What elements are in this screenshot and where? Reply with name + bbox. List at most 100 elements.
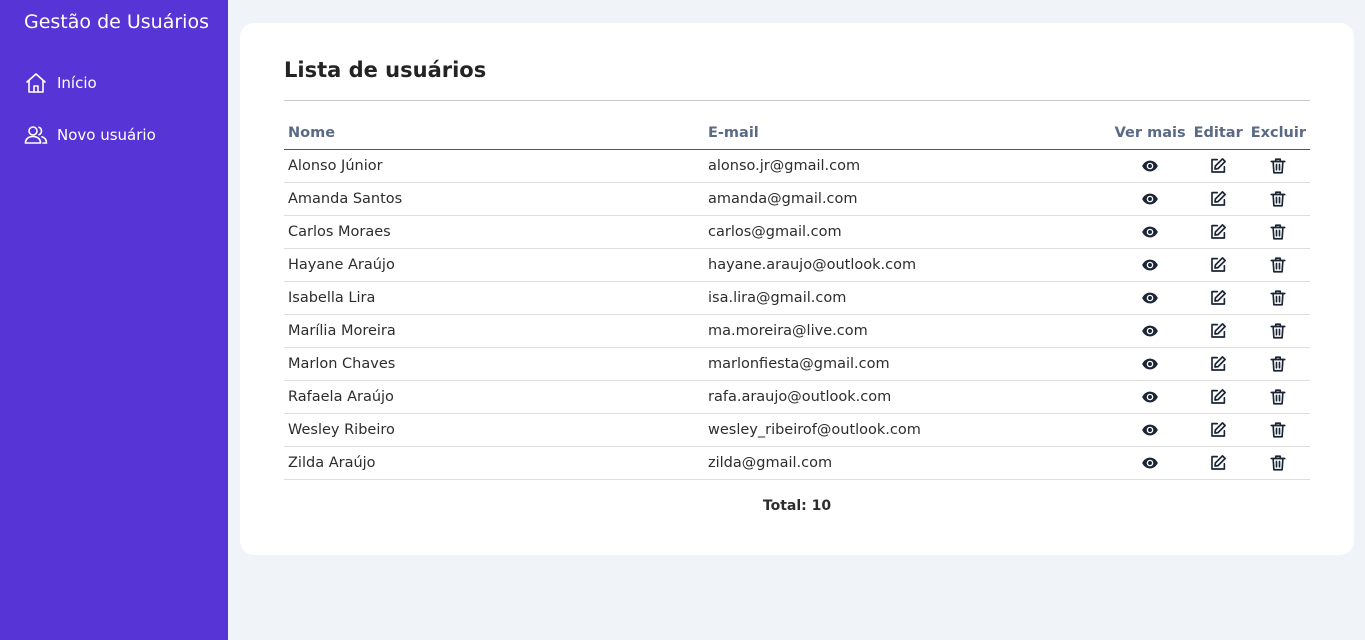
- view-cell: [1110, 347, 1190, 381]
- edit-button[interactable]: [1209, 355, 1227, 373]
- edit-button[interactable]: [1209, 223, 1227, 241]
- user-name-cell: Alonso Júnior: [284, 149, 704, 183]
- view-cell: [1110, 413, 1190, 447]
- delete-button[interactable]: [1269, 388, 1287, 406]
- user-email-cell: zilda@gmail.com: [704, 446, 1111, 480]
- page-title: Lista de usuários: [284, 58, 487, 82]
- sidebar: Gestão de Usuários Início Novo usuário: [0, 0, 228, 640]
- users-table: Nome E-mail Ver mais Editar Excluir Alon…: [284, 117, 1310, 480]
- sidebar-item-label: Novo usuário: [57, 126, 156, 144]
- edit-icon: [1211, 289, 1227, 305]
- delete-button[interactable]: [1269, 421, 1287, 439]
- view-button[interactable]: [1141, 322, 1159, 340]
- edit-button[interactable]: [1209, 190, 1227, 208]
- delete-cell: [1246, 149, 1310, 183]
- edit-cell: [1189, 149, 1247, 183]
- edit-icon: [1211, 454, 1227, 470]
- view-button[interactable]: [1141, 256, 1159, 274]
- sidebar-item-novo-usuario[interactable]: Novo usuário: [24, 122, 156, 148]
- view-cell: [1110, 281, 1190, 315]
- sidebar-item-inicio[interactable]: Início: [24, 70, 97, 96]
- view-cell: [1110, 149, 1190, 183]
- delete-button[interactable]: [1269, 355, 1287, 373]
- user-email-cell: ma.moreira@live.com: [704, 314, 1111, 348]
- view-button[interactable]: [1141, 421, 1159, 439]
- user-name-cell: Rafaela Araújo: [284, 380, 704, 414]
- delete-button[interactable]: [1269, 256, 1287, 274]
- eye-icon: [1142, 424, 1158, 435]
- delete-button[interactable]: [1269, 190, 1287, 208]
- column-header-name: Nome: [284, 117, 704, 150]
- view-button[interactable]: [1141, 223, 1159, 241]
- table-row: Rafaela Araújo rafa.araujo@outlook.com: [284, 380, 1310, 414]
- edit-icon: [1211, 388, 1227, 404]
- delete-button[interactable]: [1269, 454, 1287, 472]
- user-name-cell: Isabella Lira: [284, 281, 704, 315]
- user-name-cell: Wesley Ribeiro: [284, 413, 704, 447]
- edit-button[interactable]: [1209, 289, 1227, 307]
- eye-icon: [1142, 391, 1158, 402]
- view-button[interactable]: [1141, 388, 1159, 406]
- users-icon: [24, 126, 48, 144]
- view-cell: [1110, 314, 1190, 348]
- table-row: Carlos Moraes carlos@gmail.com: [284, 215, 1310, 249]
- edit-icon: [1211, 256, 1227, 272]
- edit-cell: [1189, 347, 1247, 381]
- app-title: Gestão de Usuários: [24, 11, 209, 33]
- edit-button[interactable]: [1209, 388, 1227, 406]
- eye-icon: [1142, 193, 1158, 204]
- eye-icon: [1142, 292, 1158, 303]
- edit-cell: [1189, 446, 1247, 480]
- table-row: Isabella Lira isa.lira@gmail.com: [284, 281, 1310, 315]
- view-button[interactable]: [1141, 355, 1159, 373]
- table-row: Alonso Júnior alonso.jr@gmail.com: [284, 149, 1310, 183]
- edit-icon: [1211, 223, 1227, 239]
- delete-button[interactable]: [1269, 223, 1287, 241]
- table-row: Marlon Chaves marlonfiesta@gmail.com: [284, 347, 1310, 381]
- view-button[interactable]: [1141, 157, 1159, 175]
- edit-button[interactable]: [1209, 157, 1227, 175]
- edit-cell: [1189, 314, 1247, 348]
- view-cell: [1110, 215, 1190, 249]
- edit-cell: [1189, 215, 1247, 249]
- eye-icon: [1142, 358, 1158, 369]
- eye-icon: [1142, 259, 1158, 270]
- edit-button[interactable]: [1209, 322, 1227, 340]
- table-row: Amanda Santos amanda@gmail.com: [284, 182, 1310, 216]
- user-email-cell: carlos@gmail.com: [704, 215, 1111, 249]
- edit-button[interactable]: [1209, 454, 1227, 472]
- user-email-cell: amanda@gmail.com: [704, 182, 1111, 216]
- trash-icon: [1270, 256, 1286, 273]
- delete-cell: [1246, 446, 1310, 480]
- user-email-cell: rafa.araujo@outlook.com: [704, 380, 1111, 414]
- trash-icon: [1270, 388, 1286, 405]
- view-cell: [1110, 182, 1190, 216]
- view-cell: [1110, 446, 1190, 480]
- trash-icon: [1270, 454, 1286, 471]
- view-cell: [1110, 248, 1190, 282]
- edit-cell: [1189, 380, 1247, 414]
- table-row: Wesley Ribeiro wesley_ribeirof@outlook.c…: [284, 413, 1310, 447]
- view-button[interactable]: [1141, 289, 1159, 307]
- view-button[interactable]: [1141, 454, 1159, 472]
- delete-button[interactable]: [1269, 322, 1287, 340]
- eye-icon: [1142, 160, 1158, 171]
- view-button[interactable]: [1141, 190, 1159, 208]
- edit-button[interactable]: [1209, 256, 1227, 274]
- edit-cell: [1189, 182, 1247, 216]
- table-row: Hayane Araújo hayane.araujo@outlook.com: [284, 248, 1310, 282]
- edit-button[interactable]: [1209, 421, 1227, 439]
- trash-icon: [1270, 223, 1286, 240]
- column-header-delete: Excluir: [1246, 117, 1310, 150]
- delete-button[interactable]: [1269, 157, 1287, 175]
- user-email-cell: isa.lira@gmail.com: [704, 281, 1111, 315]
- user-name-cell: Zilda Araújo: [284, 446, 704, 480]
- delete-button[interactable]: [1269, 289, 1287, 307]
- user-email-cell: alonso.jr@gmail.com: [704, 149, 1111, 183]
- trash-icon: [1270, 421, 1286, 438]
- column-header-email: E-mail: [704, 117, 1111, 150]
- delete-cell: [1246, 314, 1310, 348]
- table-row: Marília Moreira ma.moreira@live.com: [284, 314, 1310, 348]
- delete-cell: [1246, 413, 1310, 447]
- delete-cell: [1246, 380, 1310, 414]
